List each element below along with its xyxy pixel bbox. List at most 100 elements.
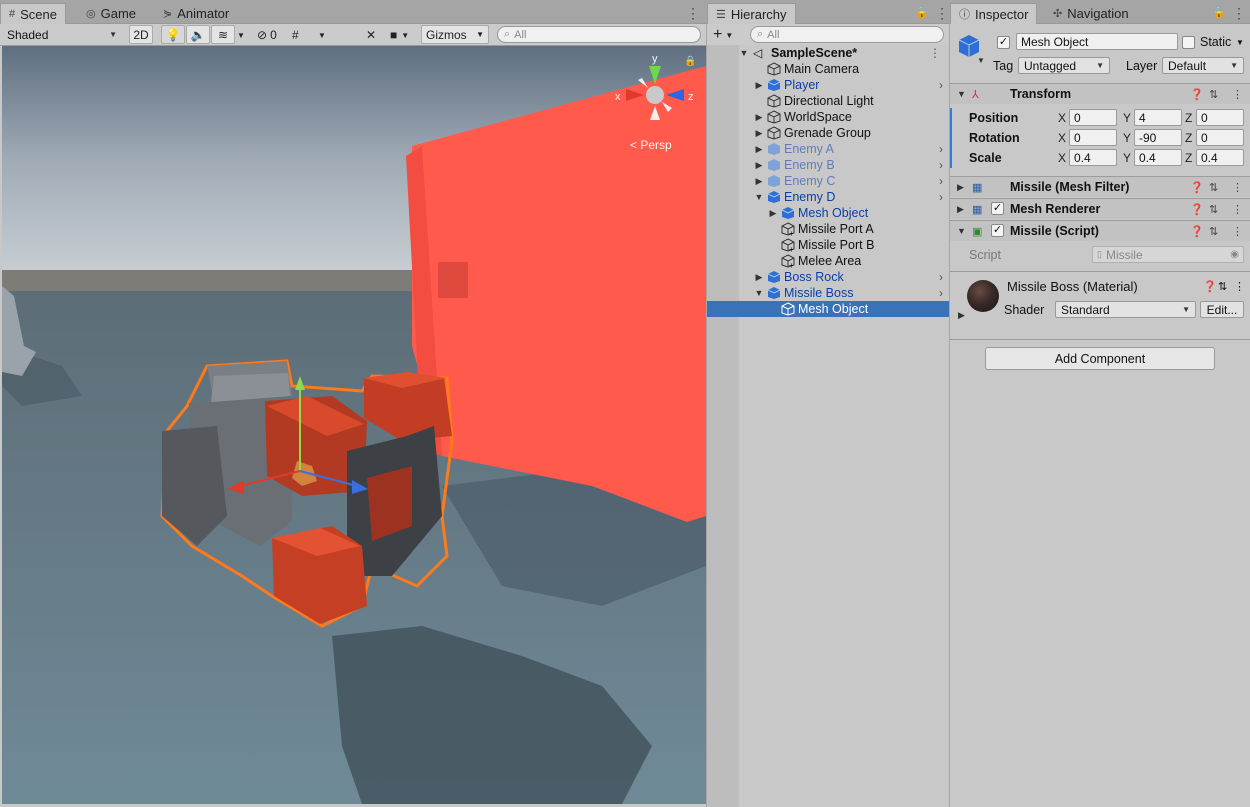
shading-mode-dropdown[interactable]: Shaded ▼ [2,26,122,43]
scene-menu-icon[interactable]: ⋮ [929,46,941,60]
tab-game[interactable]: ◎ Game [78,3,144,24]
layer-dropdown[interactable]: Default ▼ [1162,57,1244,74]
add-component-button[interactable]: Add Component [985,347,1215,370]
caret-right-icon[interactable]: ▶ [754,128,764,139]
list-item[interactable]: ▶ Mesh Object [707,205,949,221]
effects-dropdown[interactable]: ▼ [237,26,251,44]
lock-icon[interactable]: 🔒 [684,56,696,67]
gizmos-dropdown[interactable]: Gizmos ▼ [421,25,489,44]
help-icon[interactable]: ❓ [1190,88,1204,101]
scale-z-field[interactable]: 0.4 [1196,149,1244,166]
grid-dropdown[interactable]: ▼ [318,26,326,44]
shader-dropdown[interactable]: Standard ▼ [1055,301,1196,318]
help-icon[interactable]: ❓ [1190,225,1204,238]
static-checkbox[interactable] [1182,36,1195,49]
presets-icon[interactable]: ⇅ [1209,88,1218,101]
list-item-selected[interactable]: Mesh Object [707,301,949,317]
component-menu-icon[interactable]: ⋮ [1232,181,1243,194]
component-menu-icon[interactable]: ⋮ [1232,225,1243,238]
transform-header[interactable]: ▼ ⅄ Transform ❓ ⇅ ⋮ [950,83,1250,104]
create-button[interactable]: + ▼ [713,26,733,44]
toggle-2d-button[interactable]: 2D [129,25,153,44]
list-item[interactable]: Main Camera [707,61,949,77]
list-item[interactable]: ▶ Enemy B › [707,157,949,173]
position-x-field[interactable]: 0 [1069,109,1117,126]
tag-dropdown[interactable]: Untagged ▼ [1018,57,1110,74]
scale-y-field[interactable]: 0.4 [1134,149,1182,166]
list-item[interactable]: ▼ Enemy D › [707,189,949,205]
rotation-x-field[interactable]: 0 [1069,129,1117,146]
chevron-right-icon[interactable]: › [939,286,943,300]
chevron-right-icon[interactable]: › [939,142,943,156]
shader-edit-button[interactable]: Edit... [1200,301,1244,318]
position-z-field[interactable]: 0 [1196,109,1244,126]
mesh-filter-header[interactable]: ▶ ▦ Missile (Mesh Filter) ❓ ⇅ ⋮ [950,176,1250,197]
component-menu-icon[interactable]: ⋮ [1232,88,1243,101]
list-item[interactable]: ▶ WorldSpace [707,109,949,125]
help-icon[interactable]: ❓ [1203,280,1217,293]
active-checkbox[interactable]: ✓ [997,36,1010,49]
component-menu-icon[interactable]: ⋮ [1234,280,1245,293]
scene-menu-icon[interactable]: ⋮ [686,6,700,20]
projection-toggle[interactable]: < Persp [630,138,672,152]
caret-right-icon[interactable]: ▶ [754,176,764,187]
caret-right-icon[interactable]: ▶ [958,310,965,321]
lock-icon[interactable]: 🔒 [1212,6,1226,19]
presets-icon[interactable]: ⇅ [1209,225,1218,238]
presets-icon[interactable]: ⇅ [1218,280,1227,293]
list-item[interactable]: ▶ Enemy A › [707,141,949,157]
list-item[interactable]: + Missile Port A [707,221,949,238]
chevron-right-icon[interactable]: › [939,190,943,204]
chevron-down-icon[interactable]: ▼ [1236,38,1244,47]
chevron-right-icon[interactable]: › [939,174,943,188]
tab-hierarchy[interactable]: ☰ Hierarchy [707,3,796,24]
tab-scene[interactable]: # Scene [0,3,66,24]
tools-toggle[interactable]: ✕ [366,26,376,44]
chevron-right-icon[interactable]: › [939,78,943,92]
camera-dropdown[interactable]: ■ ▼ [390,26,409,44]
position-y-field[interactable]: 4 [1134,109,1182,126]
scene-root-row[interactable]: ▼ ◁ SampleScene* ⋮ [707,45,949,61]
caret-right-icon[interactable]: ▶ [754,80,764,91]
mesh-renderer-enabled-checkbox[interactable]: ✓ [991,202,1004,215]
tab-animator[interactable]: ⋟ Animator [155,3,237,24]
list-item[interactable]: + Melee Area [707,253,949,270]
hierarchy-search-input[interactable]: ⌕ All [750,26,944,43]
help-icon[interactable]: ❓ [1190,203,1204,216]
material-preview-sphere[interactable] [967,280,999,312]
list-item[interactable]: ▼ Missile Boss › [707,285,949,301]
caret-right-icon[interactable]: ▶ [754,160,764,171]
caret-down-icon[interactable]: ▼ [754,192,764,202]
grid-toggle[interactable]: # [292,26,299,44]
script-header[interactable]: ▼ ▣ ✓ Missile (Script) ❓ ⇅ ⋮ [950,220,1250,241]
caret-right-icon[interactable]: ▶ [754,144,764,155]
list-item[interactable]: ▶ Boss Rock › [707,269,949,285]
inspector-menu-icon[interactable]: ⋮ [1232,6,1246,20]
scale-x-field[interactable]: 0.4 [1069,149,1117,166]
tab-inspector[interactable]: ⓘ Inspector [950,3,1038,24]
scene-viewport[interactable]: y x z 🔒 < Persp [2,46,706,804]
component-menu-icon[interactable]: ⋮ [1232,203,1243,216]
list-item[interactable]: ▶ Grenade Group [707,125,949,141]
help-icon[interactable]: ❓ [1190,181,1204,194]
tab-navigation[interactable]: ✣ Navigation [1045,3,1137,24]
caret-down-icon[interactable]: ▼ [754,288,764,298]
chevron-right-icon[interactable]: › [939,158,943,172]
chevron-right-icon[interactable]: › [939,270,943,284]
presets-icon[interactable]: ⇅ [1209,203,1218,216]
object-icon[interactable]: ▼ [957,33,985,66]
lock-icon[interactable]: 🔒 [915,6,929,19]
rotation-z-field[interactable]: 0 [1196,129,1244,146]
mesh-renderer-header[interactable]: ▶ ▦ ✓ Mesh Renderer ❓ ⇅ ⋮ [950,198,1250,219]
rotation-y-field[interactable]: -90 [1134,129,1182,146]
audio-toggle[interactable]: 🔈 [186,25,210,44]
list-item[interactable]: ▶ Player › [707,77,949,93]
hidden-objects-toggle[interactable]: ⊘ 0 [257,26,277,44]
lighting-toggle[interactable]: 💡 [161,25,185,44]
presets-icon[interactable]: ⇅ [1209,181,1218,194]
scene-search-input[interactable]: ⌕ All [497,26,701,43]
script-enabled-checkbox[interactable]: ✓ [991,224,1004,237]
caret-right-icon[interactable]: ▶ [754,272,764,283]
caret-right-icon[interactable]: ▶ [754,112,764,123]
hierarchy-menu-icon[interactable]: ⋮ [935,6,949,20]
